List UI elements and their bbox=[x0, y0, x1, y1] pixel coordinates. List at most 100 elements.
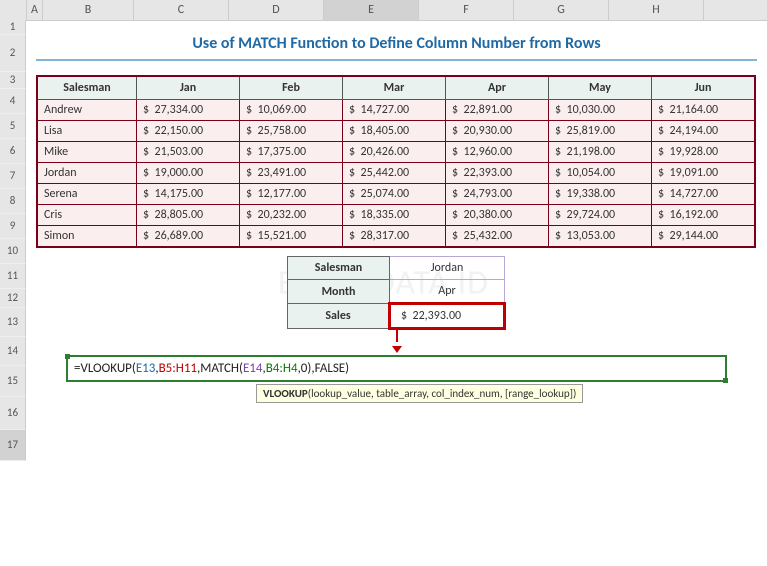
cell-value[interactable]: $ 10,054.00 bbox=[549, 163, 652, 184]
cell-value[interactable]: $ 28,317.00 bbox=[343, 226, 446, 248]
lookup-month-value[interactable]: Apr bbox=[390, 280, 505, 304]
row-header-5[interactable]: 5 bbox=[0, 114, 26, 139]
col-header-A[interactable]: A bbox=[27, 0, 43, 20]
cell-value[interactable]: $ 19,091.00 bbox=[652, 163, 756, 184]
cell-value[interactable]: $ 14,175.00 bbox=[137, 184, 240, 205]
row-header-14[interactable]: 14 bbox=[0, 337, 26, 366]
col-header-G[interactable]: G bbox=[514, 0, 609, 20]
row-header-7[interactable]: 7 bbox=[0, 164, 26, 189]
cell-salesman[interactable]: Jordan bbox=[37, 163, 137, 184]
col-header-C[interactable]: C bbox=[134, 0, 229, 20]
lookup-salesman-label: Salesman bbox=[288, 257, 390, 280]
col-feb[interactable]: Feb bbox=[240, 76, 343, 100]
col-header-D[interactable]: D bbox=[229, 0, 324, 20]
cell-value[interactable]: $ 12,177.00 bbox=[240, 184, 343, 205]
row-header-1[interactable]: 1 bbox=[0, 20, 26, 35]
cell-value[interactable]: $ 22,891.00 bbox=[446, 100, 549, 121]
col-jan[interactable]: Jan bbox=[137, 76, 240, 100]
table-row[interactable]: Serena$ 14,175.00$ 12,177.00$ 25,074.00$… bbox=[37, 184, 755, 205]
function-tooltip[interactable]: VLOOKUP(lookup_value, table_array, col_i… bbox=[256, 384, 583, 403]
cell-value[interactable]: $ 24,793.00 bbox=[446, 184, 549, 205]
row-header-8[interactable]: 8 bbox=[0, 189, 26, 214]
cell-value[interactable]: $ 29,144.00 bbox=[652, 226, 756, 248]
cell-value[interactable]: $ 17,375.00 bbox=[240, 142, 343, 163]
lookup-month-label: Month bbox=[288, 280, 390, 304]
column-header-row: A B C D E F G H bbox=[0, 0, 767, 21]
cell-value[interactable]: $ 25,432.00 bbox=[446, 226, 549, 248]
row-header-3[interactable]: 3 bbox=[0, 72, 26, 89]
cell-value[interactable]: $ 24,194.00 bbox=[652, 121, 756, 142]
cell-value[interactable]: $ 22,150.00 bbox=[137, 121, 240, 142]
cell-value[interactable]: $ 19,928.00 bbox=[652, 142, 756, 163]
lookup-salesman-value[interactable]: Jordan bbox=[390, 257, 505, 280]
table-row[interactable]: Cris$ 28,805.00$ 20,232.00$ 18,335.00$ 2… bbox=[37, 205, 755, 226]
cell-salesman[interactable]: Cris bbox=[37, 205, 137, 226]
table-row[interactable]: Jordan$ 19,000.00$ 23,491.00$ 25,442.00$… bbox=[37, 163, 755, 184]
cell-value[interactable]: $ 19,000.00 bbox=[137, 163, 240, 184]
row-header-9[interactable]: 9 bbox=[0, 214, 26, 239]
cell-value[interactable]: $ 14,727.00 bbox=[343, 100, 446, 121]
row-header-13[interactable]: 13 bbox=[0, 308, 26, 337]
col-may[interactable]: May bbox=[549, 76, 652, 100]
cell-salesman[interactable]: Serena bbox=[37, 184, 137, 205]
cell-value[interactable]: $ 21,503.00 bbox=[137, 142, 240, 163]
row-header-10[interactable]: 10 bbox=[0, 239, 26, 264]
col-jun[interactable]: Jun bbox=[652, 76, 756, 100]
cell-value[interactable]: $ 25,442.00 bbox=[343, 163, 446, 184]
cell-value[interactable]: $ 18,335.00 bbox=[343, 205, 446, 226]
cell-value[interactable]: $ 16,192.00 bbox=[652, 205, 756, 226]
cell-value[interactable]: $ 15,521.00 bbox=[240, 226, 343, 248]
table-row[interactable]: Andrew$ 27,334.00$ 10,069.00$ 14,727.00$… bbox=[37, 100, 755, 121]
cell-value[interactable]: $ 10,030.00 bbox=[549, 100, 652, 121]
select-all-corner[interactable] bbox=[0, 0, 27, 20]
cell-value[interactable]: $ 26,689.00 bbox=[137, 226, 240, 248]
cell-value[interactable]: $ 22,393.00 bbox=[446, 163, 549, 184]
row-header-11[interactable]: 11 bbox=[0, 264, 26, 289]
row-header-17[interactable]: 17 bbox=[0, 430, 26, 461]
row-header-4[interactable]: 4 bbox=[0, 89, 26, 114]
table-row[interactable]: Simon$ 26,689.00$ 15,521.00$ 28,317.00$ … bbox=[37, 226, 755, 248]
cell-value[interactable]: $ 20,930.00 bbox=[446, 121, 549, 142]
row-header-12[interactable]: 12 bbox=[0, 289, 26, 308]
cell-salesman[interactable]: Mike bbox=[37, 142, 137, 163]
sales-table[interactable]: Salesman Jan Feb Mar Apr May Jun Andrew$… bbox=[36, 75, 756, 248]
cell-value[interactable]: $ 23,491.00 bbox=[240, 163, 343, 184]
cell-salesman[interactable]: Lisa bbox=[37, 121, 137, 142]
cell-value[interactable]: $ 25,758.00 bbox=[240, 121, 343, 142]
table-row[interactable]: Mike$ 21,503.00$ 17,375.00$ 20,426.00$ 1… bbox=[37, 142, 755, 163]
cell-value[interactable]: $ 25,819.00 bbox=[549, 121, 652, 142]
lookup-sales-result[interactable]: $ 22,393.00 bbox=[390, 304, 505, 329]
cell-value[interactable]: $ 21,198.00 bbox=[549, 142, 652, 163]
cell-value[interactable]: $ 18,405.00 bbox=[343, 121, 446, 142]
cell-value[interactable]: $ 29,724.00 bbox=[549, 205, 652, 226]
cell-salesman[interactable]: Andrew bbox=[37, 100, 137, 121]
col-header-H[interactable]: H bbox=[609, 0, 704, 20]
row-header-16[interactable]: 16 bbox=[0, 397, 26, 430]
col-header-F[interactable]: F bbox=[419, 0, 514, 20]
cell-value[interactable]: $ 10,069.00 bbox=[240, 100, 343, 121]
row-header-15[interactable]: 15 bbox=[0, 366, 26, 397]
cell-value[interactable]: $ 28,805.00 bbox=[137, 205, 240, 226]
cell-value[interactable]: $ 27,334.00 bbox=[137, 100, 240, 121]
row-header-6[interactable]: 6 bbox=[0, 139, 26, 164]
formula-cell[interactable]: =VLOOKUP(E13,B5:H11,MATCH(E14,B4:H4,0),F… bbox=[66, 355, 727, 382]
col-salesman[interactable]: Salesman bbox=[37, 76, 137, 100]
col-header-B[interactable]: B bbox=[43, 0, 134, 20]
cell-value[interactable]: $ 12,960.00 bbox=[446, 142, 549, 163]
cell-value[interactable]: $ 19,338.00 bbox=[549, 184, 652, 205]
cell-value[interactable]: $ 14,727.00 bbox=[652, 184, 756, 205]
lookup-panel[interactable]: SalesmanJordan MonthApr Sales$ 22,393.00 bbox=[287, 256, 506, 330]
cell-salesman[interactable]: Simon bbox=[37, 226, 137, 248]
cell-value[interactable]: $ 13,053.00 bbox=[549, 226, 652, 248]
cell-value[interactable]: $ 20,232.00 bbox=[240, 205, 343, 226]
col-apr[interactable]: Apr bbox=[446, 76, 549, 100]
col-mar[interactable]: Mar bbox=[343, 76, 446, 100]
cell-value[interactable]: $ 20,426.00 bbox=[343, 142, 446, 163]
cell-value[interactable]: $ 25,074.00 bbox=[343, 184, 446, 205]
cell-value[interactable]: $ 20,380.00 bbox=[446, 205, 549, 226]
grid-area[interactable]: Use of MATCH Function to Define Column N… bbox=[26, 20, 767, 403]
cell-value[interactable]: $ 21,164.00 bbox=[652, 100, 756, 121]
row-header-2[interactable]: 2 bbox=[0, 35, 26, 72]
col-header-E[interactable]: E bbox=[324, 0, 419, 20]
table-row[interactable]: Lisa$ 22,150.00$ 25,758.00$ 18,405.00$ 2… bbox=[37, 121, 755, 142]
